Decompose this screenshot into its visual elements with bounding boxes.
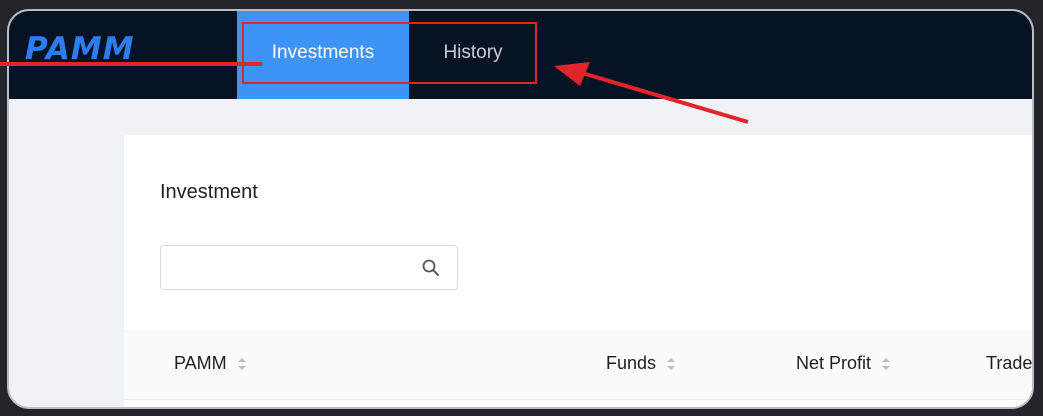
annotation-arrows: [0, 62, 749, 124]
annotation-arrow-line: [581, 71, 749, 124]
annotation-arrowhead: [554, 62, 590, 86]
